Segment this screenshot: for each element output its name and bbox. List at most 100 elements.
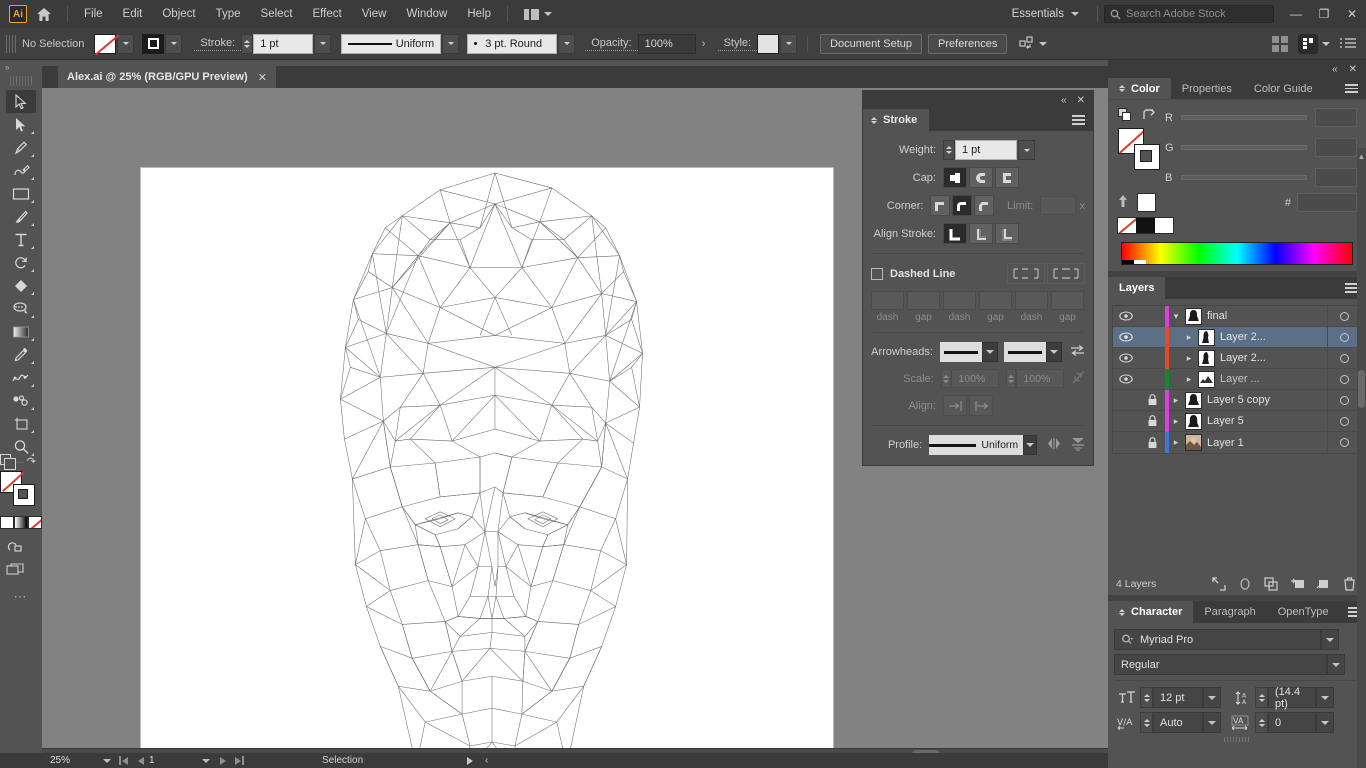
tab-stroke[interactable]: Stroke bbox=[863, 109, 930, 131]
color-mode-gradient-icon[interactable] bbox=[14, 516, 28, 529]
blend-tool[interactable] bbox=[6, 366, 36, 389]
default-fill-stroke-icon[interactable] bbox=[0, 454, 16, 470]
font-family-input[interactable]: Myriad Pro bbox=[1114, 629, 1321, 650]
shape-builder-tool[interactable] bbox=[6, 274, 36, 297]
table-row[interactable]: ▸ Layer 2... bbox=[1113, 326, 1361, 348]
value-r[interactable] bbox=[1315, 108, 1357, 127]
close-icon[interactable]: ✕ bbox=[258, 71, 267, 84]
slider-r[interactable] bbox=[1181, 115, 1307, 120]
menu-help[interactable]: Help bbox=[457, 0, 501, 28]
table-row[interactable]: ▸ Layer 2... bbox=[1113, 347, 1361, 369]
tracking-input[interactable]: 0 bbox=[1268, 712, 1316, 733]
dash-input-1[interactable] bbox=[871, 291, 904, 310]
visibility-icon[interactable] bbox=[1113, 374, 1139, 384]
document-tab[interactable]: Alex.ai @ 25% (RGB/GPU Preview) ✕ bbox=[58, 66, 276, 88]
weight-dropdown[interactable] bbox=[1018, 140, 1035, 160]
flip-across-icon[interactable] bbox=[1071, 437, 1085, 454]
target-indicator[interactable] bbox=[1327, 432, 1361, 453]
stroke-weight-label[interactable]: Stroke: bbox=[194, 37, 242, 51]
menu-window[interactable]: Window bbox=[396, 0, 457, 28]
artboard-dropdown-icon[interactable] bbox=[197, 758, 214, 763]
create-new-layer-icon[interactable] bbox=[1310, 577, 1336, 591]
tab-character[interactable]: Character bbox=[1108, 601, 1194, 623]
stroke-color-swatch[interactable] bbox=[13, 484, 35, 506]
close-icon[interactable]: ✕ bbox=[1349, 64, 1357, 75]
next-artboard-button[interactable] bbox=[214, 756, 231, 765]
first-artboard-button[interactable] bbox=[115, 756, 132, 765]
screen-mode-button[interactable] bbox=[0, 558, 30, 581]
expand-toggle-icon[interactable]: ▸ bbox=[1169, 395, 1183, 406]
drawing-mode-button[interactable] bbox=[0, 535, 30, 558]
brush-style-select[interactable]: 3 pt. Round bbox=[467, 33, 558, 54]
miter-join-icon[interactable] bbox=[930, 195, 951, 216]
gradient-tool[interactable] bbox=[6, 320, 36, 343]
character-panel-resize-grip[interactable] bbox=[1224, 737, 1250, 742]
tab-color-guide[interactable]: Color Guide bbox=[1243, 78, 1324, 99]
dash-input-2[interactable] bbox=[943, 291, 976, 310]
gap-input-2[interactable] bbox=[979, 291, 1012, 310]
restore-button[interactable]: ❐ bbox=[1310, 0, 1338, 28]
color-panel-menu-icon[interactable] bbox=[1337, 78, 1366, 99]
menu-view[interactable]: View bbox=[352, 0, 397, 28]
home-icon[interactable] bbox=[27, 0, 61, 28]
lock-icon[interactable] bbox=[1139, 415, 1165, 427]
toolbar-grip[interactable] bbox=[10, 76, 32, 86]
dashed-line-checkbox[interactable] bbox=[871, 267, 883, 280]
arrowhead-start-select[interactable] bbox=[939, 342, 982, 362]
table-row[interactable]: ▸ Layer 5 copy bbox=[1113, 389, 1361, 411]
arrowhead-start-dropdown[interactable] bbox=[981, 342, 999, 362]
menu-type[interactable]: Type bbox=[206, 0, 251, 28]
menu-effect[interactable]: Effect bbox=[303, 0, 352, 28]
style-label[interactable]: Style: bbox=[717, 37, 758, 51]
tab-opentype[interactable]: OpenType bbox=[1267, 601, 1340, 623]
artboard-tool[interactable] bbox=[6, 412, 36, 435]
leading-input[interactable]: (14.4 pt) bbox=[1268, 686, 1316, 710]
visibility-icon[interactable] bbox=[1113, 311, 1139, 321]
layer-name[interactable]: Layer ... bbox=[1220, 373, 1327, 385]
target-indicator[interactable] bbox=[1327, 410, 1361, 432]
brush-style-dropdown[interactable] bbox=[558, 33, 576, 54]
layer-name[interactable]: Layer 5 bbox=[1207, 415, 1327, 427]
target-indicator[interactable] bbox=[1327, 368, 1361, 390]
layer-name[interactable]: Layer 5 copy bbox=[1207, 394, 1327, 406]
weight-input[interactable]: 1 pt bbox=[955, 140, 1017, 160]
collapse-panel-icon[interactable]: « bbox=[1332, 64, 1338, 75]
graphic-style-swatch[interactable] bbox=[757, 33, 780, 54]
color-spectrum-ramp[interactable] bbox=[1121, 242, 1353, 265]
profile-select[interactable]: Uniform bbox=[929, 435, 1024, 455]
flip-along-icon[interactable] bbox=[1046, 437, 1062, 453]
align-panel-icon[interactable] bbox=[1272, 35, 1288, 52]
layer-name[interactable]: Layer 2... bbox=[1220, 352, 1327, 364]
profile-dropdown[interactable] bbox=[1023, 435, 1037, 455]
value-g[interactable] bbox=[1315, 138, 1357, 157]
type-tool[interactable] bbox=[6, 228, 36, 251]
minimize-button[interactable]: — bbox=[1282, 0, 1310, 28]
stroke-panel-menu-icon[interactable] bbox=[1064, 109, 1093, 131]
adobe-stock-search[interactable]: Search Adobe Stock bbox=[1104, 5, 1274, 23]
align-outside-icon[interactable] bbox=[995, 223, 1019, 244]
layer-name[interactable]: final bbox=[1207, 310, 1327, 322]
artboard[interactable] bbox=[140, 167, 834, 748]
lock-icon[interactable] bbox=[1139, 436, 1165, 449]
expand-toggle-icon[interactable]: ▸ bbox=[1182, 332, 1196, 343]
expand-toggle-icon[interactable]: ▸ bbox=[1169, 416, 1183, 427]
properties-panel-icon[interactable] bbox=[1298, 33, 1318, 54]
font-size-dropdown[interactable] bbox=[1203, 687, 1221, 708]
black-swatch[interactable] bbox=[1136, 218, 1155, 233]
lock-icon[interactable] bbox=[1139, 394, 1165, 406]
opacity-label[interactable]: Opacity: bbox=[585, 37, 638, 51]
preferences-button[interactable]: Preferences bbox=[928, 33, 1008, 54]
select-similar-button[interactable] bbox=[1019, 36, 1048, 51]
dash-adjust-icon[interactable] bbox=[1047, 263, 1085, 284]
color-mode-flat-icon[interactable] bbox=[0, 516, 14, 529]
edit-toolbar-icon[interactable]: ⋯ bbox=[0, 589, 42, 605]
stroke-weight-dropdown[interactable] bbox=[314, 33, 332, 54]
white-swatch[interactable] bbox=[1154, 218, 1173, 233]
opacity-input[interactable]: 100% bbox=[637, 33, 696, 54]
control-bar-grip[interactable] bbox=[6, 34, 16, 53]
arrowhead-end-select[interactable] bbox=[1003, 342, 1046, 362]
arrowhead-end-dropdown[interactable] bbox=[1045, 342, 1062, 362]
kerning-dropdown[interactable] bbox=[1203, 712, 1221, 733]
target-indicator[interactable] bbox=[1327, 347, 1361, 369]
align-center-icon[interactable] bbox=[943, 223, 967, 244]
